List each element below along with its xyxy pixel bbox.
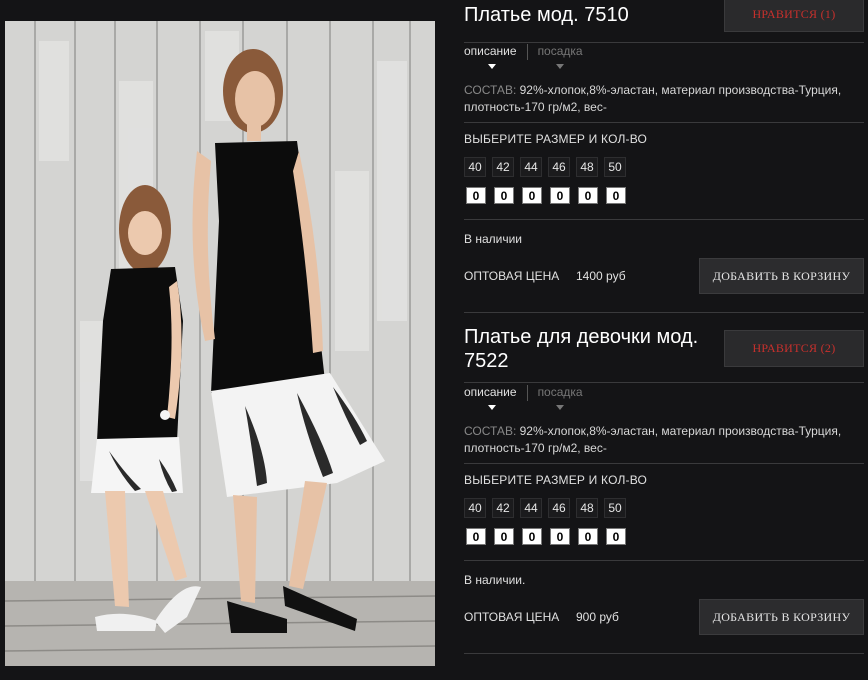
quantity-input[interactable]: 0: [466, 187, 486, 204]
quantity-input[interactable]: 0: [494, 528, 514, 545]
quantity-input[interactable]: 0: [550, 528, 570, 545]
add-to-cart-button[interactable]: ДОБАВИТЬ В КОРЗИНУ: [699, 258, 864, 294]
size-option[interactable]: 48: [576, 498, 598, 518]
composition-label: СОСТАВ:: [464, 424, 517, 438]
like-button[interactable]: НРАВИТСЯ (1): [724, 0, 864, 32]
tab-description[interactable]: описание: [464, 385, 527, 410]
stock-status: В наличии.: [464, 573, 526, 587]
size-option[interactable]: 44: [520, 498, 542, 518]
caret-down-icon: [488, 64, 496, 69]
tab-description-label: описание: [464, 385, 517, 399]
quantity-input[interactable]: 0: [606, 528, 626, 545]
divider: [464, 312, 864, 313]
size-option[interactable]: 44: [520, 157, 542, 177]
price-label: ОПТОВАЯ ЦЕНА: [464, 269, 560, 283]
composition-value: 92%-хлопок,8%-эластан, материал производ…: [464, 83, 842, 114]
product-tabs: описание посадка: [464, 385, 593, 410]
size-list: 40 42 44 46 48 50: [464, 157, 632, 177]
quantity-input[interactable]: 0: [606, 187, 626, 204]
divider: [464, 653, 864, 654]
tab-fit[interactable]: посадка: [526, 44, 593, 69]
tab-fit-label: посадка: [537, 44, 583, 58]
quantity-input[interactable]: 0: [466, 528, 486, 545]
size-option[interactable]: 46: [548, 498, 570, 518]
quantity-list: 0 0 0 0 0 0: [466, 528, 634, 545]
size-option[interactable]: 42: [492, 498, 514, 518]
composition-label: СОСТАВ:: [464, 83, 517, 97]
quantity-list: 0 0 0 0 0 0: [466, 187, 634, 204]
composition-text: СОСТАВ: 92%-хлопок,8%-эластан, материал …: [464, 423, 864, 457]
size-option[interactable]: 42: [492, 157, 514, 177]
size-prompt: ВЫБЕРИТЕ РАЗМЕР И КОЛ-ВО: [464, 132, 648, 146]
product-title[interactable]: Платье для девочки мод. 7522: [464, 325, 714, 373]
quantity-input[interactable]: 0: [550, 187, 570, 204]
quantity-input[interactable]: 0: [522, 528, 542, 545]
size-list: 40 42 44 46 48 50: [464, 498, 632, 518]
tab-fit-label: посадка: [537, 385, 583, 399]
size-prompt: ВЫБЕРИТЕ РАЗМЕР И КОЛ-ВО: [464, 473, 648, 487]
divider: [464, 382, 864, 383]
price-label: ОПТОВАЯ ЦЕНА: [464, 610, 560, 624]
add-to-cart-button[interactable]: ДОБАВИТЬ В КОРЗИНУ: [699, 599, 864, 635]
tab-description-label: описание: [464, 44, 517, 58]
size-option[interactable]: 40: [464, 157, 486, 177]
size-option[interactable]: 46: [548, 157, 570, 177]
divider: [464, 560, 864, 561]
product-tabs: описание посадка: [464, 44, 593, 69]
quantity-input[interactable]: 0: [494, 187, 514, 204]
price-value: 1400 руб: [576, 269, 626, 283]
product-photo[interactable]: [5, 21, 435, 666]
size-option[interactable]: 40: [464, 498, 486, 518]
tab-description[interactable]: описание: [464, 44, 527, 69]
divider: [464, 219, 864, 220]
divider: [464, 463, 864, 464]
quantity-input[interactable]: 0: [522, 187, 542, 204]
photo-illustration: [5, 21, 435, 666]
size-option[interactable]: 48: [576, 157, 598, 177]
quantity-input[interactable]: 0: [578, 187, 598, 204]
product-title[interactable]: Платье мод. 7510: [464, 3, 714, 27]
size-option[interactable]: 50: [604, 157, 626, 177]
quantity-input[interactable]: 0: [578, 528, 598, 545]
caret-down-icon: [555, 405, 564, 410]
divider: [464, 122, 864, 123]
like-button[interactable]: НРАВИТСЯ (2): [724, 330, 864, 367]
composition-text: СОСТАВ: 92%-хлопок,8%-эластан, материал …: [464, 82, 864, 116]
tab-fit[interactable]: посадка: [526, 385, 593, 410]
stock-status: В наличии: [464, 232, 523, 246]
caret-down-icon: [488, 405, 496, 410]
size-option[interactable]: 50: [604, 498, 626, 518]
divider: [464, 42, 864, 43]
composition-value: 92%-хлопок,8%-эластан, материал производ…: [464, 424, 842, 455]
caret-down-icon: [555, 64, 564, 69]
price-value: 900 руб: [576, 610, 619, 624]
